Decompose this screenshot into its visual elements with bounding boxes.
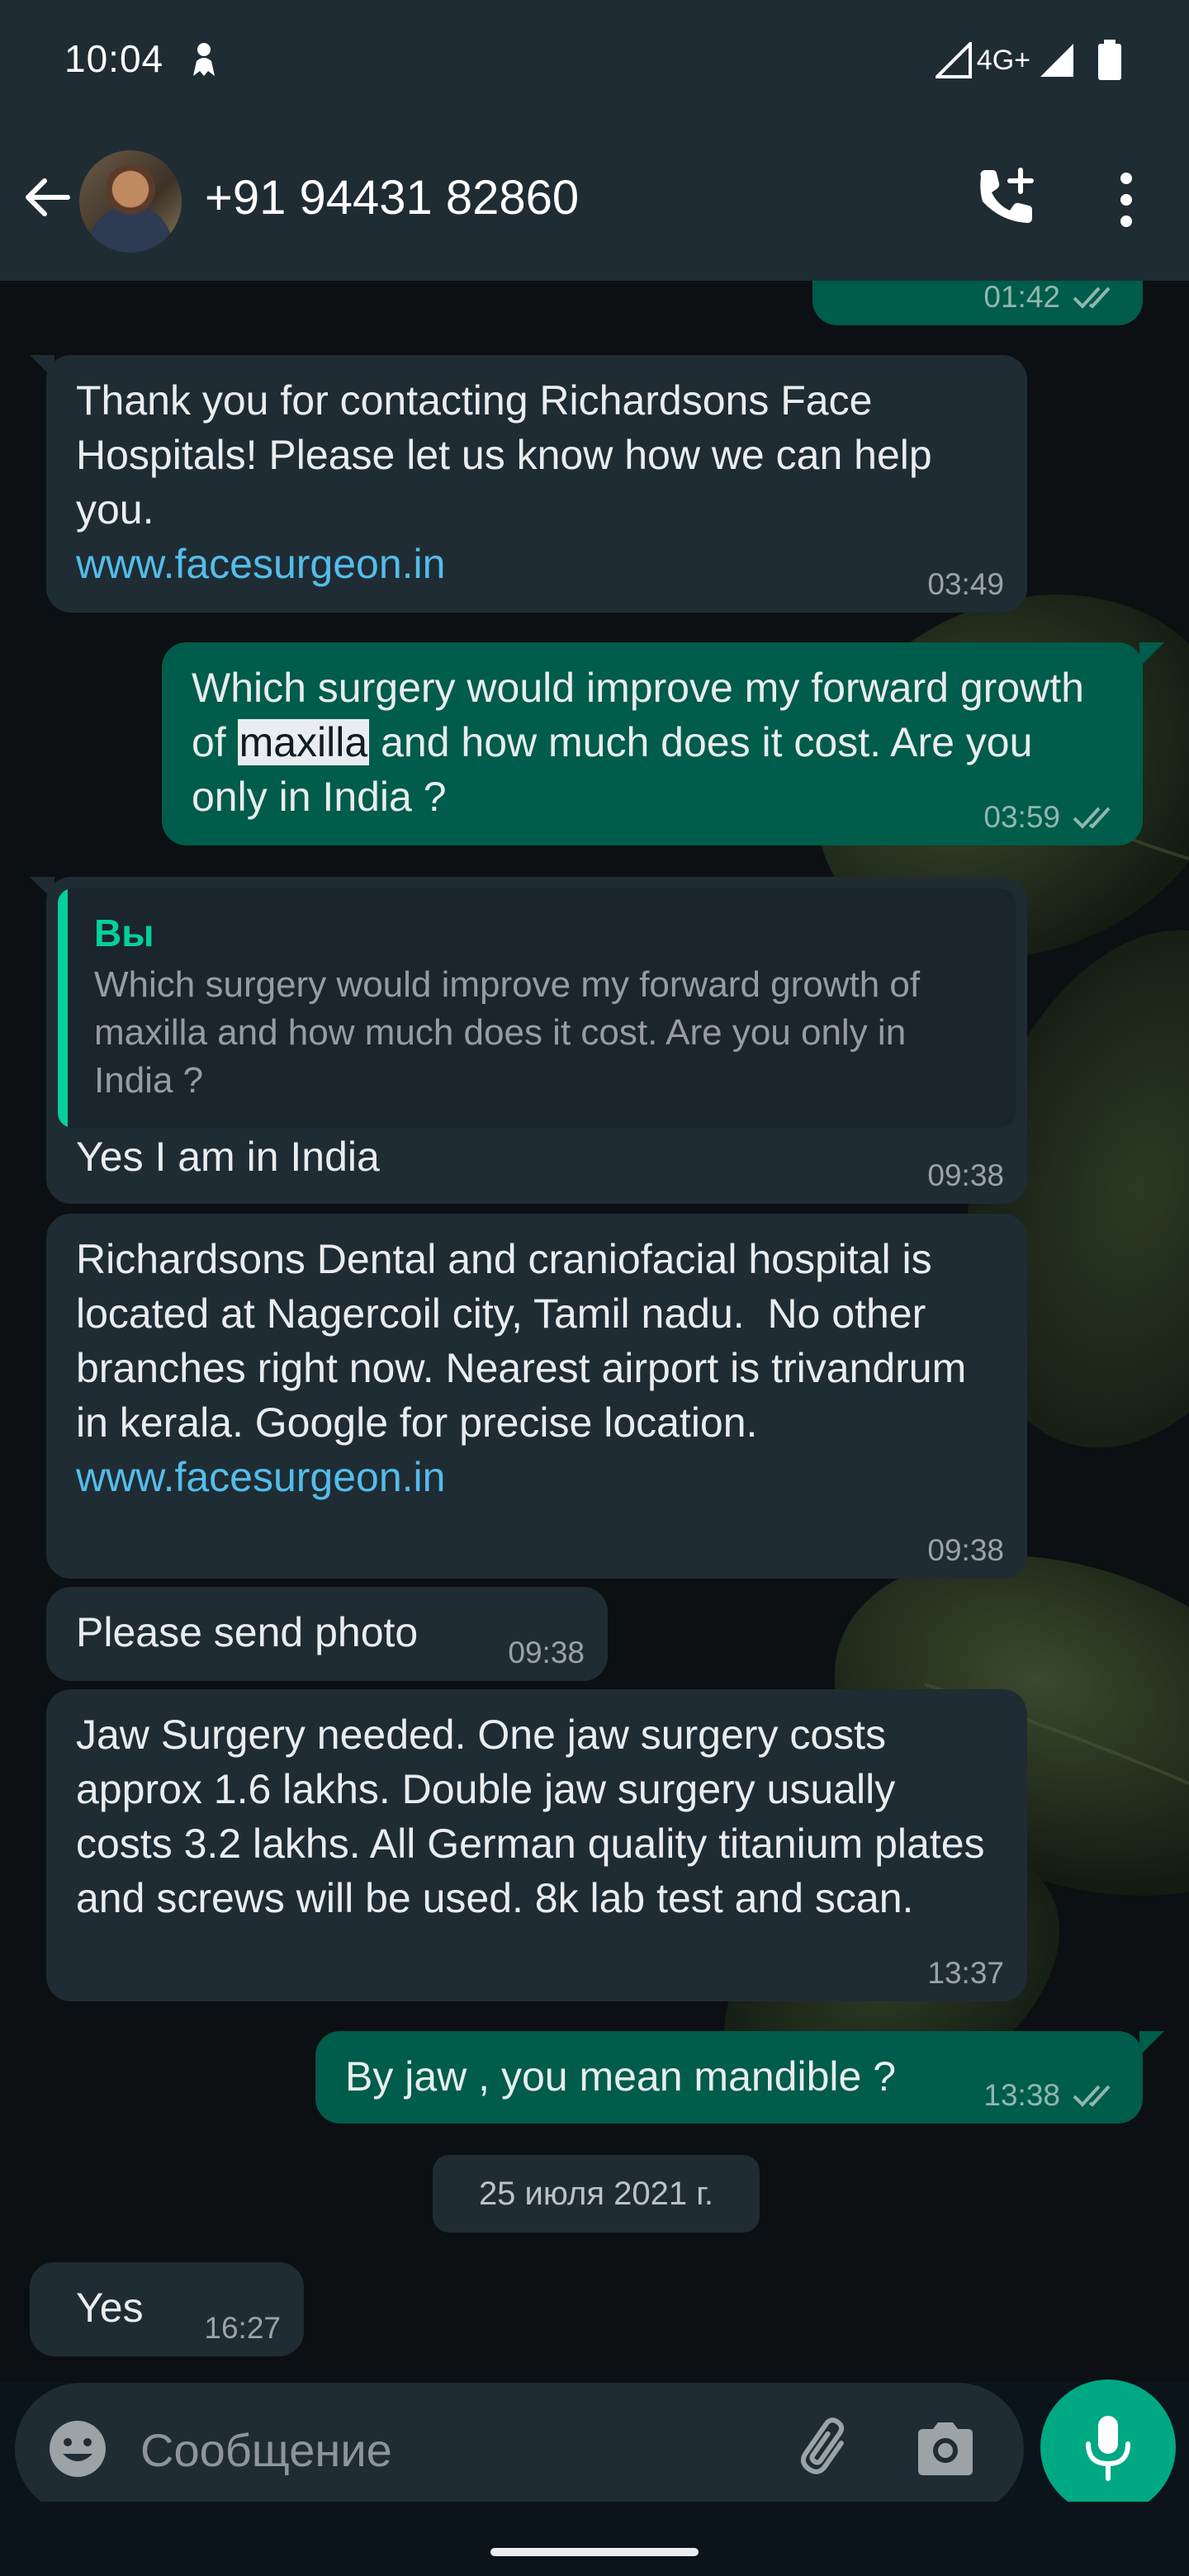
- message-incoming[interactable]: Jaw Surgery needed. One jaw surgery cost…: [46, 1689, 1027, 2001]
- assistant-notification-icon: [193, 43, 215, 76]
- add-call-icon[interactable]: [971, 163, 1040, 233]
- message-time: 09:38: [927, 1158, 1004, 1192]
- quoted-message[interactable]: Вы Which surgery would improve my forwar…: [58, 888, 1016, 1128]
- camera-icon[interactable]: [910, 2414, 981, 2485]
- home-gesture-handle[interactable]: [490, 2548, 699, 2556]
- message-link[interactable]: www.facesurgeon.in: [76, 537, 997, 591]
- message-time: 03:49: [927, 567, 1004, 601]
- message-text: By jaw , you mean mandible ?: [345, 2053, 897, 2100]
- message-time: 13:38: [983, 2078, 1060, 2112]
- message-time: 09:38: [508, 1636, 585, 1669]
- message-meta: 13:37: [927, 1957, 1004, 1990]
- bubble-tail: [1139, 2031, 1164, 2056]
- more-vert-icon[interactable]: [1101, 165, 1151, 234]
- bubble-tail: [30, 355, 54, 380]
- chat-messages[interactable]: Hello 01:42 Thank you for contacting Ric…: [0, 281, 1189, 2383]
- message-text: Jaw Surgery needed. One jaw surgery cost…: [76, 1712, 997, 1921]
- message-outgoing[interactable]: Which surgery would improve my forward g…: [162, 642, 1143, 845]
- message-text: Richardsons Dental and craniofacial hosp…: [76, 1236, 978, 1446]
- message-input[interactable]: [139, 2416, 770, 2484]
- date-separator: 25 июля 2021 г.: [433, 2155, 760, 2233]
- message-text: Yes I am in India: [76, 1134, 380, 1180]
- message-time: 16:27: [204, 2311, 281, 2345]
- message-outgoing[interactable]: By jaw , you mean mandible ? 13:38: [315, 2031, 1143, 2124]
- signal-icon: [935, 42, 972, 78]
- message-meta: 01:42: [983, 281, 1120, 314]
- message-meta: 03:59: [983, 801, 1120, 834]
- message-composer: [0, 2379, 1189, 2515]
- emoji-icon[interactable]: [45, 2416, 111, 2482]
- message-incoming-reply[interactable]: Вы Which surgery would improve my forwar…: [46, 877, 1027, 1204]
- status-indicators: 4G+: [935, 40, 1126, 81]
- message-text: Hello: [846, 281, 940, 289]
- double-check-icon: [1072, 803, 1120, 831]
- network-type: 4G+: [976, 44, 1030, 76]
- message-text: Please send photo: [76, 1609, 419, 1655]
- signal-full-icon: [1040, 44, 1073, 77]
- message-link[interactable]: www.facesurgeon.in: [76, 1450, 997, 1504]
- message-meta: 03:49: [927, 568, 1004, 601]
- contact-name[interactable]: +91 94431 82860: [205, 170, 579, 225]
- chat-header: +91 94431 82860: [0, 116, 1189, 281]
- message-incoming[interactable]: Please send photo 09:38: [46, 1587, 608, 1681]
- message-text: Yes: [76, 2285, 144, 2331]
- mic-icon: [1086, 2416, 1130, 2481]
- message-meta: 09:38: [927, 1534, 1004, 1567]
- quote-text: Which surgery would improve my forward g…: [94, 964, 921, 1101]
- double-check-icon: [1072, 2081, 1120, 2110]
- message-meta: 09:38: [508, 1636, 585, 1669]
- bubble-tail: [1139, 642, 1164, 667]
- message-time: 09:38: [927, 1533, 1004, 1567]
- status-bar: 10:04 4G+: [0, 0, 1189, 116]
- double-check-icon: [1072, 283, 1120, 311]
- message-outgoing[interactable]: Hello 01:42: [812, 281, 1143, 325]
- quote-author: Вы: [94, 912, 154, 954]
- message-incoming[interactable]: Richardsons Dental and craniofacial hosp…: [46, 1214, 1027, 1579]
- composer-input-pill: [15, 2383, 1024, 2515]
- message-meta: 16:27: [204, 2312, 281, 2345]
- system-nav-bar: [0, 2502, 1189, 2576]
- highlighted-word: maxilla: [237, 719, 370, 765]
- message-time: 13:37: [927, 1956, 1004, 1990]
- message-meta: 13:38: [983, 2079, 1120, 2112]
- contact-avatar[interactable]: [79, 150, 182, 253]
- bubble-tail: [30, 877, 54, 902]
- mic-button[interactable]: [1040, 2379, 1176, 2515]
- message-incoming[interactable]: Thank you for contacting Richardsons Fac…: [46, 355, 1027, 613]
- message-incoming[interactable]: Yes 16:27: [30, 2262, 304, 2356]
- message-text: Which surgery would improve my forward g…: [192, 665, 1096, 820]
- status-time: 10:04: [64, 37, 164, 80]
- message-time: 03:59: [983, 800, 1060, 834]
- message-text: Thank you for contacting Richardsons Fac…: [76, 377, 944, 533]
- battery-icon: [1098, 40, 1121, 80]
- arrow-left-icon[interactable]: [18, 168, 76, 226]
- message-time: 01:42: [983, 281, 1060, 314]
- message-meta: 09:38: [927, 1159, 1004, 1192]
- paperclip-icon[interactable]: [791, 2413, 865, 2487]
